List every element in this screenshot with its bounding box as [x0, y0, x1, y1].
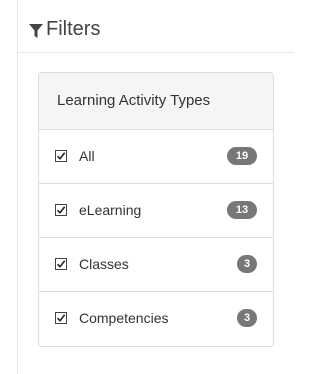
filter-item-classes[interactable]: Classes 3: [39, 238, 273, 292]
count-badge: 13: [227, 201, 257, 219]
count-badge: 19: [227, 147, 257, 165]
filter-item-label: All: [79, 148, 95, 164]
filters-title: Filters: [46, 18, 101, 40]
panel-heading: Learning Activity Types: [39, 73, 273, 130]
checkbox-classes[interactable]: [55, 258, 67, 270]
filter-item-all[interactable]: All 19: [39, 130, 273, 184]
filter-item-label: Competencies: [79, 310, 169, 326]
count-badge: 3: [237, 309, 257, 327]
filter-item-elearning[interactable]: eLearning 13: [39, 184, 273, 238]
filters-sidebar: Filters Learning Activity Types All 19 e…: [17, 0, 294, 374]
checkbox-competencies[interactable]: [55, 312, 67, 324]
checkbox-elearning[interactable]: [55, 204, 67, 216]
filter-item-competencies[interactable]: Competencies 3: [39, 292, 273, 346]
learning-activity-types-panel: Learning Activity Types All 19 eLearning…: [38, 72, 274, 347]
filter-item-label: eLearning: [79, 202, 142, 218]
filter-item-label: Classes: [79, 256, 129, 272]
filters-header: Filters: [18, 0, 294, 53]
count-badge: 3: [237, 255, 257, 273]
funnel-icon: [29, 24, 43, 38]
checkbox-all[interactable]: [55, 150, 67, 162]
